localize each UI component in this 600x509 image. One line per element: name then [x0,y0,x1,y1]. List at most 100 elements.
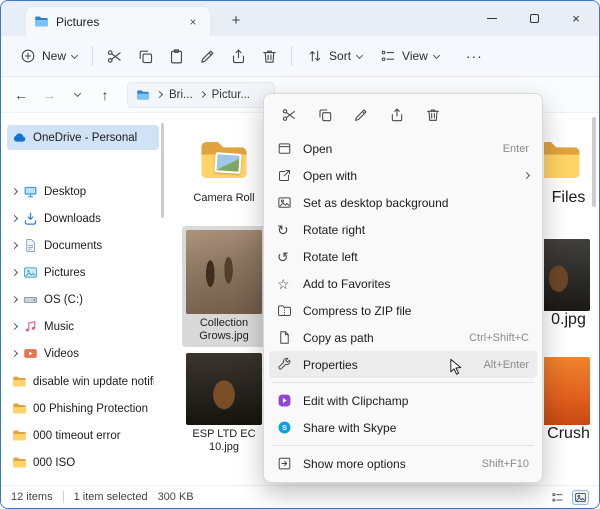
chevron-right-icon [156,91,163,98]
cut-button[interactable] [273,101,304,129]
menu-item-open-with[interactable]: Open with [269,162,537,189]
sidebar-item-desktop[interactable]: Desktop [7,179,159,204]
menu-item-compress-to-zip[interactable]: Compress to ZIP file [269,297,537,324]
menu-item-share-with-skype[interactable]: Share with Skype [269,414,537,441]
new-button[interactable]: New [11,41,86,71]
file-esp-ltd[interactable]: ESP LTD EC 10.jpg [182,353,266,454]
view-button[interactable]: View [371,41,448,71]
location-icon [136,88,150,102]
videos-icon [23,346,38,361]
trash-icon [425,107,441,123]
sidebar-item-documents[interactable]: Documents [7,233,159,258]
back-button[interactable]: ← [9,83,33,107]
file-collection-grows[interactable]: Collection Grows.jpg [182,226,266,347]
chevron-right-icon[interactable] [11,188,18,195]
menu-item-rotate-right[interactable]: ↻ Rotate right [269,216,537,243]
menu-item-rotate-left[interactable]: ↺ Rotate left [269,243,537,270]
chevron-right-icon[interactable] [11,215,18,222]
trash-icon [261,48,278,65]
folder-preview-photo [214,152,241,174]
copy-path-icon [277,330,303,345]
menu-item-copy-as-path[interactable]: Copy as path Ctrl+Shift+C [269,324,537,351]
see-more-button[interactable]: ··· [458,48,491,64]
file-label: Crush [544,425,593,443]
chevron-right-icon[interactable] [11,350,18,357]
rotate-right-icon: ↻ [277,223,303,237]
file-camera-roll[interactable]: Camera Roll [181,133,267,205]
chevron-right-icon [199,91,206,98]
toolbar-divider [92,46,93,66]
menu-item-add-to-favorites[interactable]: ☆ Add to Favorites [269,270,537,297]
chevron-right-icon[interactable] [11,269,18,276]
breadcrumb-item[interactable]: Bri... [169,89,193,101]
details-view-toggle[interactable] [549,490,566,505]
share-button[interactable] [381,101,412,129]
sidebar-item-pictures[interactable]: Pictures [7,260,159,285]
maximize-button[interactable] [513,1,555,36]
menu-separator [272,382,534,383]
sidebar-item-folder-00-phishing[interactable]: 00 Phishing Protection [7,396,159,421]
file-label: Camera Roll [181,192,267,205]
sidebar-item-folder-000-iso[interactable]: 000 ISO [7,450,159,475]
sidebar-item-music[interactable]: Music [7,314,159,339]
chevron-down-icon [71,51,78,58]
forward-button[interactable]: → [37,83,61,107]
copy-button[interactable] [309,101,340,129]
tab-pictures[interactable]: Pictures × [25,6,211,36]
items-count: 12 items [11,491,53,503]
chevron-right-icon[interactable] [11,242,18,249]
delete-button[interactable] [254,41,285,71]
folder-icon [12,401,27,416]
new-tab-button[interactable]: + [225,9,247,31]
image-thumbnail [186,353,262,425]
breadcrumb-item[interactable]: Pictur... [212,89,250,101]
chevron-right-icon[interactable] [11,296,18,303]
close-button[interactable]: × [555,1,597,36]
thumbnail-view-icon [574,491,587,504]
menu-item-properties[interactable]: Properties Alt+Enter [269,351,537,378]
rename-button[interactable] [345,101,376,129]
content-scrollbar[interactable] [592,117,596,207]
copy-button[interactable] [130,41,161,71]
file-partial-folder[interactable]: Files [544,133,593,207]
tab-close-icon[interactable]: × [184,13,202,31]
menu-item-open[interactable]: Open Enter [269,135,537,162]
chevron-right-icon[interactable] [11,323,18,330]
menu-item-edit-with-clipchamp[interactable]: Edit with Clipchamp [269,387,537,414]
toolbar-divider [291,46,292,66]
rename-button[interactable] [192,41,223,71]
sidebar-item-folder-disable-win-update[interactable]: disable win update notifi [7,369,159,394]
up-button[interactable]: ↑ [93,83,117,107]
context-menu: Open Enter Open with Set as desktop back… [263,93,543,483]
sidebar-item-os-c[interactable]: OS (C:) [7,287,159,312]
explorer-icon [34,14,49,29]
recent-locations-button[interactable] [65,83,89,107]
view-icon [380,48,396,64]
sidebar-item-videos[interactable]: Videos [7,341,159,366]
paste-button[interactable] [161,41,192,71]
cut-button[interactable] [99,41,130,71]
share-button[interactable] [223,41,254,71]
thumbnail-view-toggle[interactable] [572,490,589,505]
sidebar-item-onedrive[interactable]: OneDrive - Personal [7,125,159,150]
minimize-button[interactable] [471,1,513,36]
sort-button[interactable]: Sort [298,41,371,71]
delete-button[interactable] [417,101,448,129]
sidebar-item-downloads[interactable]: Downloads [7,206,159,231]
skype-icon [277,420,303,435]
mouse-cursor [448,358,465,375]
zip-icon [277,303,303,318]
new-label: New [42,49,66,63]
address-bar[interactable]: Bri... Pictur... [127,82,275,108]
file-partial-0jpg[interactable]: 0.jpg [544,239,593,329]
onedrive-cloud-icon [12,130,27,145]
image-thumbnail [544,239,590,311]
menu-item-set-as-desktop-background[interactable]: Set as desktop background [269,189,537,216]
documents-icon [23,238,38,253]
paste-icon [168,48,185,65]
file-label: 0.jpg [544,311,593,329]
menu-item-show-more-options[interactable]: Show more options Shift+F10 [269,450,537,477]
file-partial-crush[interactable]: Crush [544,357,593,443]
folder-icon [12,374,27,389]
sidebar-item-folder-000-timeout[interactable]: 000 timeout error [7,423,159,448]
